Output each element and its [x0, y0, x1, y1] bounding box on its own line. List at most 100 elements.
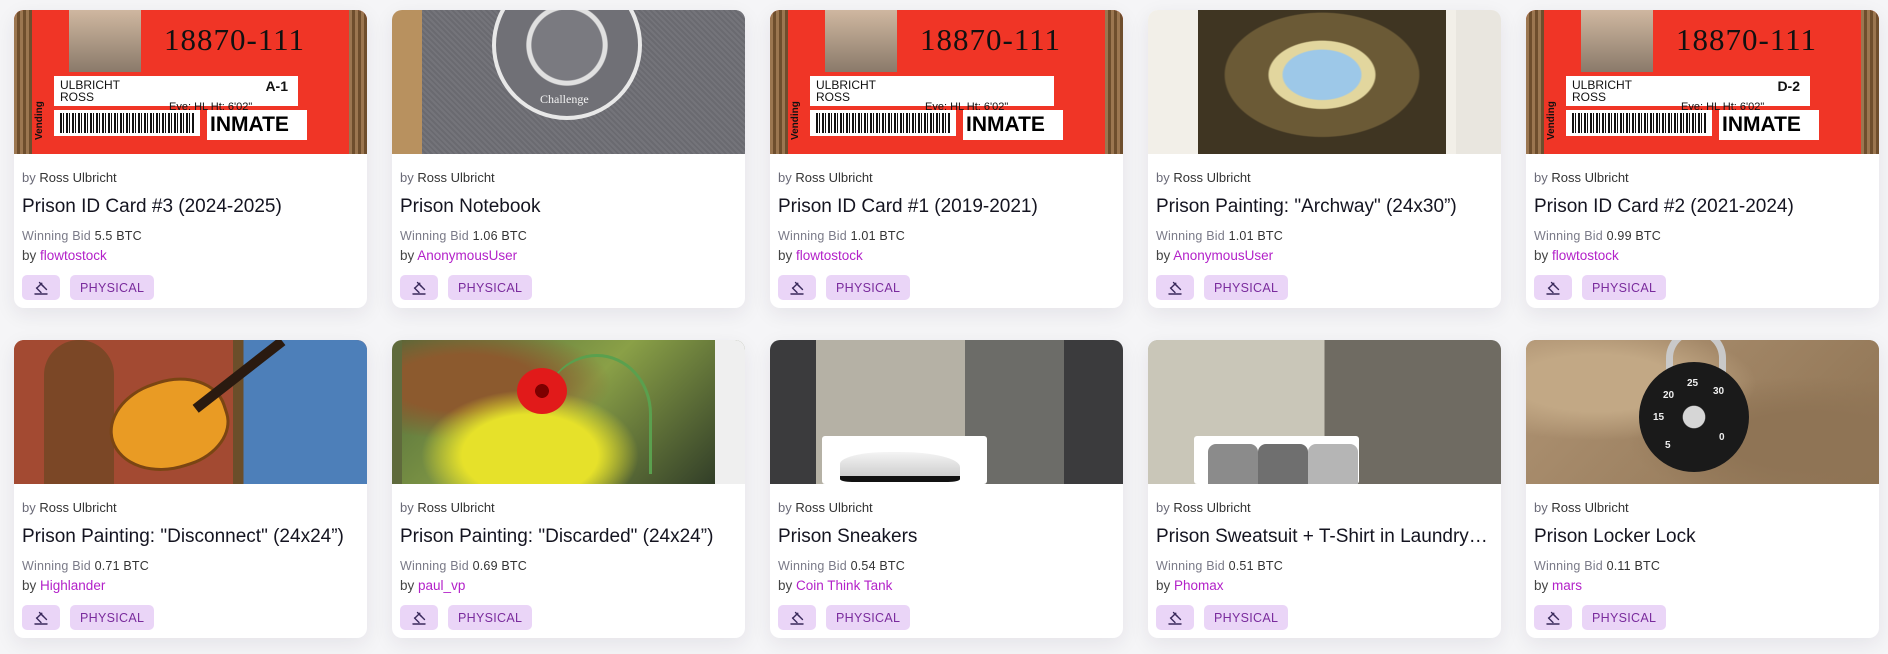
buyer-link[interactable]: Highlander	[40, 578, 105, 593]
winning-bid-value: 1.01 BTC	[850, 229, 905, 243]
id-photo	[69, 10, 141, 72]
auction-card[interactable]: by Ross Ulbricht Prison Painting: "Disca…	[392, 340, 745, 638]
inmate-label: INMATE	[207, 110, 307, 140]
winning-bid-value: 0.54 BTC	[850, 559, 905, 573]
auction-card[interactable]: 25 30 20 15 5 0 by Ross Ulbricht Prison Locke…	[1526, 340, 1879, 638]
item-image[interactable]: 25 30 20 15 5 0	[1526, 340, 1879, 484]
physical-tag[interactable]: PHYSICAL	[826, 605, 911, 630]
artist-line: by Ross Ulbricht	[400, 500, 737, 516]
item-image[interactable]: 18870-111 Vending ULBRICHT ROSS A-1 Eye: HL H…	[14, 10, 367, 154]
artist-line: by Ross Ulbricht	[1156, 170, 1493, 186]
winning-bid-label: Winning Bid	[22, 559, 91, 573]
item-title[interactable]: Prison Sneakers	[778, 525, 1115, 549]
winning-bid: Winning Bid 1.06 BTC	[400, 228, 737, 244]
inmate-label: INMATE	[963, 110, 1063, 140]
item-title[interactable]: Prison ID Card #1 (2019-2021)	[778, 195, 1115, 219]
gavel-icon[interactable]	[778, 275, 816, 300]
buyer-link[interactable]: paul_vp	[418, 578, 465, 593]
auction-card[interactable]: 18870-111 Vending ULBRICHT ROSS A-1 Eye: HL H…	[14, 10, 367, 308]
winning-bid: Winning Bid 0.99 BTC	[1534, 228, 1871, 244]
auction-card[interactable]: 18870-111 Vending ULBRICHT ROSS D-2 Eye: HL H…	[1526, 10, 1879, 308]
painted-figure	[44, 340, 114, 484]
gavel-icon[interactable]	[1156, 275, 1194, 300]
winning-bid-label: Winning Bid	[1156, 559, 1225, 573]
item-title[interactable]: Prison Notebook	[400, 195, 737, 219]
winning-bid-value: 0.51 BTC	[1228, 559, 1283, 573]
item-image[interactable]: Challenge	[392, 10, 745, 154]
gavel-icon[interactable]	[1156, 605, 1194, 630]
physical-tag[interactable]: PHYSICAL	[1582, 605, 1667, 630]
winning-bid: Winning Bid 0.51 BTC	[1156, 558, 1493, 574]
id-code: D-2	[1777, 78, 1800, 94]
buyer-line: by Phomax	[1156, 577, 1493, 594]
buyer-link[interactable]: flowtostock	[796, 248, 863, 263]
item-title[interactable]: Prison Sweatsuit + T-Shirt in Laundry Ba…	[1156, 525, 1493, 549]
auction-card[interactable]: by Ross Ulbricht Prison Sneakers Winning…	[770, 340, 1123, 638]
buyer-link[interactable]: AnonymousUser	[1173, 248, 1273, 263]
gavel-icon[interactable]	[1534, 275, 1572, 300]
physical-tag[interactable]: PHYSICAL	[1204, 275, 1289, 300]
auction-card[interactable]: by Ross Ulbricht Prison Painting: "Disco…	[14, 340, 367, 638]
auction-card[interactable]: 18870-111 Vending ULBRICHT ROSS Eye: HL Ht: …	[770, 10, 1123, 308]
artist-name: Ross Ulbricht	[1551, 170, 1629, 185]
winning-bid-label: Winning Bid	[778, 229, 847, 243]
by-label: by	[1156, 170, 1170, 185]
item-title[interactable]: Prison Painting: "Discarded" (24x24”)	[400, 525, 737, 549]
barcode-lines	[816, 113, 950, 133]
barcode	[54, 110, 200, 136]
winning-bid: Winning Bid 1.01 BTC	[778, 228, 1115, 244]
item-title[interactable]: Prison Painting: "Disconnect" (24x24”)	[22, 525, 359, 549]
gavel-icon[interactable]	[400, 605, 438, 630]
item-image[interactable]	[1148, 10, 1501, 154]
physical-tag[interactable]: PHYSICAL	[1204, 605, 1289, 630]
winning-bid-value: 5.5 BTC	[94, 229, 142, 243]
gavel-icon[interactable]	[400, 275, 438, 300]
auction-card[interactable]: by Ross Ulbricht Prison Painting: "Archw…	[1148, 10, 1501, 308]
item-title[interactable]: Prison Locker Lock	[1534, 525, 1871, 549]
buyer-line: by Coin Think Tank	[778, 577, 1115, 594]
buyer-link[interactable]: flowtostock	[1552, 248, 1619, 263]
gavel-icon[interactable]	[1534, 605, 1572, 630]
physical-tag[interactable]: PHYSICAL	[448, 275, 533, 300]
buyer-link[interactable]: Coin Think Tank	[796, 578, 892, 593]
id-surname: ULBRICHT	[1572, 78, 1633, 92]
gavel-icon[interactable]	[778, 605, 816, 630]
gavel-icon[interactable]	[22, 275, 60, 300]
gavel-icon[interactable]	[22, 605, 60, 630]
by-label: by	[22, 500, 36, 515]
winning-bid-label: Winning Bid	[1534, 229, 1603, 243]
wood-edge	[1105, 10, 1123, 154]
buyer-line: by flowtostock	[1534, 247, 1871, 264]
item-image[interactable]	[770, 340, 1123, 484]
item-title[interactable]: Prison Painting: "Archway" (24x30”)	[1156, 195, 1493, 219]
painting-archway	[1198, 10, 1446, 154]
buyer-link[interactable]: flowtostock	[40, 248, 107, 263]
id-number: 18870-111	[920, 22, 1062, 57]
winning-bid: Winning Bid 0.69 BTC	[400, 558, 737, 574]
physical-tag[interactable]: PHYSICAL	[70, 605, 155, 630]
physical-tag[interactable]: PHYSICAL	[826, 275, 911, 300]
item-image[interactable]: 18870-111 Vending ULBRICHT ROSS Eye: HL Ht: …	[770, 10, 1123, 154]
physical-tag[interactable]: PHYSICAL	[70, 275, 155, 300]
lock-dial: 25 30 20 15 5 0	[1639, 362, 1749, 472]
physical-tag[interactable]: PHYSICAL	[448, 605, 533, 630]
winning-bid: Winning Bid 0.54 BTC	[778, 558, 1115, 574]
artist-line: by Ross Ulbricht	[400, 170, 737, 186]
buyer-link[interactable]: AnonymousUser	[417, 248, 517, 263]
item-image[interactable]: 18870-111 Vending ULBRICHT ROSS D-2 Eye: HL H…	[1526, 10, 1879, 154]
item-image[interactable]	[392, 340, 745, 484]
item-image[interactable]	[1148, 340, 1501, 484]
item-title[interactable]: Prison ID Card #2 (2021-2024)	[1534, 195, 1871, 219]
item-title[interactable]: Prison ID Card #3 (2024-2025)	[22, 195, 359, 219]
buyer-link[interactable]: mars	[1552, 578, 1582, 593]
buyer-link[interactable]: Phomax	[1174, 578, 1224, 593]
id-name-box: ULBRICHT ROSS A-1 Eye: HL Ht: 6'02"	[54, 76, 298, 113]
physical-tag[interactable]: PHYSICAL	[1582, 275, 1667, 300]
auction-card[interactable]: by Ross Ulbricht Prison Sweatsuit + T-Sh…	[1148, 340, 1501, 638]
by-label: by	[1534, 170, 1548, 185]
auction-card[interactable]: Challenge by Ross Ulbricht Prison Notebo…	[392, 10, 745, 308]
buyer-by-label: by	[400, 578, 415, 593]
item-image[interactable]	[14, 340, 367, 484]
buyer-line: by Highlander	[22, 577, 359, 594]
winning-bid: Winning Bid 0.71 BTC	[22, 558, 359, 574]
